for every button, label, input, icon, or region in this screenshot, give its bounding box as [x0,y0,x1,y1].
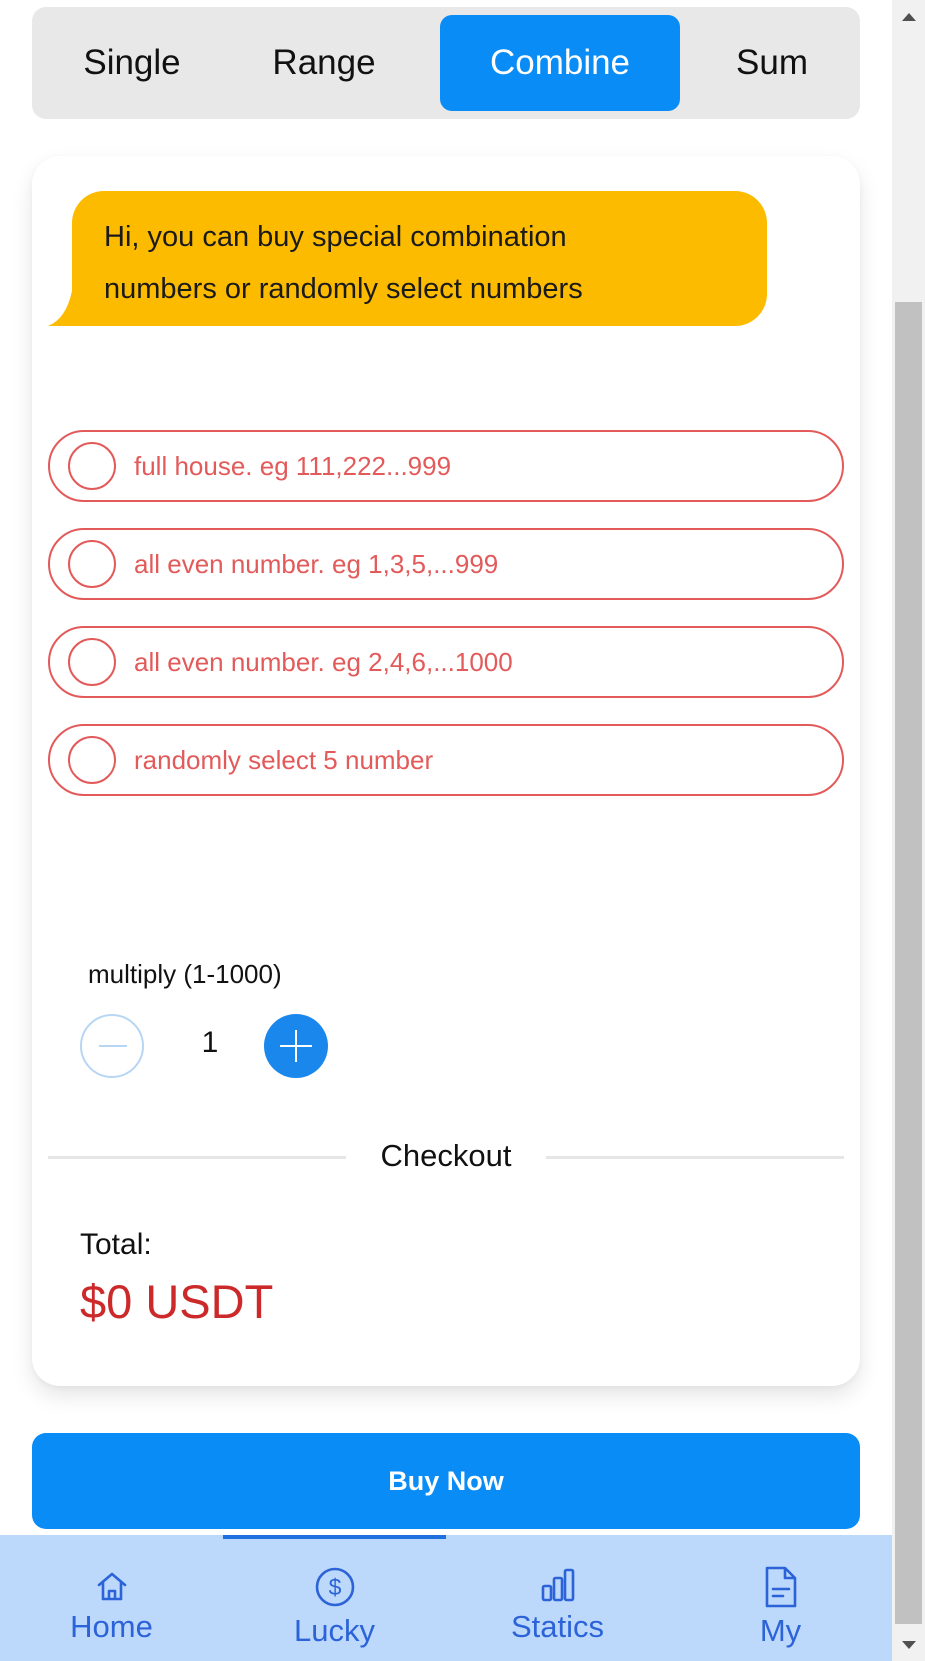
checkout-divider-right [546,1156,844,1159]
option-label: all even number. eg 1,3,5,...999 [134,548,499,579]
radio-circle[interactable] [68,736,116,784]
tab-sum[interactable]: Sum [692,15,852,111]
nav-label-home: Home [70,1609,153,1644]
triangle-down-icon [901,1640,916,1649]
multiply-value[interactable]: 1 [182,1026,238,1060]
bottom-nav: Home $ Lucky Statics My [0,1535,892,1661]
option-label: randomly select 5 number [134,744,434,775]
buy-now-button[interactable]: Buy Now [32,1433,860,1529]
scroll-down-arrow[interactable] [892,1628,925,1661]
app-viewport: Single Range Combine Sum Hi, you can buy… [0,0,892,1661]
scroll-up-arrow[interactable] [892,0,925,33]
option-random-5[interactable]: randomly select 5 number [48,724,844,796]
option-full-house[interactable]: full house. eg 111,222...999 [48,430,844,502]
radio-circle[interactable] [68,638,116,686]
dollar-circle-icon: $ [315,1567,354,1607]
nav-label-statics: Statics [510,1609,605,1644]
increment-button[interactable] [264,1014,328,1078]
minus-icon [99,1045,127,1047]
nav-item-home[interactable]: Home [0,1535,223,1661]
tab-combine[interactable]: Combine [440,15,680,111]
option-all-even-1[interactable]: all even number. eg 1,3,5,...999 [48,528,844,600]
bubble-tail [48,291,72,326]
nav-item-statics[interactable]: Statics [446,1535,669,1661]
nav-item-lucky[interactable]: $ Lucky [223,1535,446,1661]
info-bubble: Hi, you can buy special combination numb… [72,191,767,326]
combine-card: Hi, you can buy special combination numb… [32,156,860,1386]
vertical-scrollbar[interactable] [892,0,925,1661]
option-all-even-2[interactable]: all even number. eg 2,4,6,...1000 [48,626,844,698]
nav-item-my[interactable]: My [669,1535,892,1661]
option-label: full house. eg 111,222...999 [134,450,452,481]
option-label: all even number. eg 2,4,6,...1000 [134,646,513,677]
bubble-line-2: numbers or randomly select numbers [104,273,583,305]
radio-circle[interactable] [68,442,116,490]
plus-icon [280,1030,312,1062]
radio-circle[interactable] [68,540,116,588]
total-label: Total: [80,1228,152,1261]
total-value: $0 USDT [80,1275,274,1328]
checkout-divider-left [48,1156,346,1159]
scroll-thumb[interactable] [895,302,922,1624]
bubble-line-1: Hi, you can buy special combination [104,221,567,253]
nav-label-lucky: Lucky [294,1613,375,1648]
document-icon [765,1566,796,1608]
nav-label-my: My [759,1613,802,1648]
triangle-up-icon [901,12,916,21]
home-icon [97,1572,126,1601]
svg-text:$: $ [328,1574,341,1600]
multiply-label: multiply (1-1000) [88,959,282,989]
decrement-button[interactable] [80,1014,144,1078]
bar-chart-icon [541,1568,574,1602]
mode-tabs: Single Range Combine Sum [32,7,860,119]
tab-range[interactable]: Range [230,15,418,111]
tab-single[interactable]: Single [40,15,224,111]
checkout-title: Checkout [380,1138,512,1173]
